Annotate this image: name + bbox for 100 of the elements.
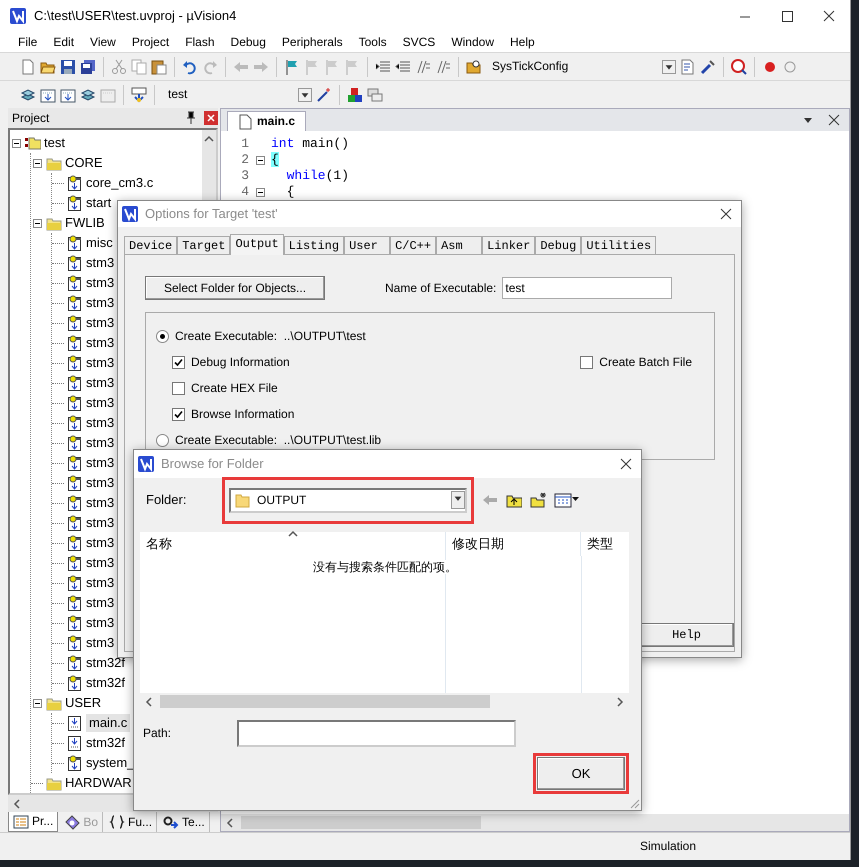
tools-icon[interactable] [700,58,716,74]
tree-item[interactable]: stm3 [86,435,114,451]
scroll-left-icon[interactable] [225,818,235,828]
checkbox[interactable] [580,356,594,369]
menu-item[interactable]: Tools [350,34,395,50]
tab[interactable]: Target [177,236,230,254]
tree-item[interactable]: stm32f [86,735,126,751]
collapse-icon[interactable] [32,158,42,168]
pin-icon[interactable] [184,111,198,125]
menu-item[interactable]: Project [124,34,178,50]
tree-item[interactable]: start [86,195,112,211]
tree-item[interactable]: stm32f [86,655,126,671]
tree-item[interactable]: stm3 [86,495,114,511]
resize-grip-icon[interactable] [628,797,640,809]
executable-name-field[interactable]: test [502,277,672,300]
tree-item[interactable]: stm3 [86,375,114,391]
tab[interactable]: Linker [482,236,536,254]
menu-item[interactable]: View [82,34,124,50]
ok-button[interactable]: OK [537,757,625,790]
path-field[interactable] [237,720,516,747]
comment-icon[interactable] [435,58,451,74]
menu-item[interactable]: Edit [45,34,82,50]
tree-item[interactable]: core_cm3.c [86,175,154,191]
column-header[interactable]: 修改日期 [445,532,580,556]
windows-icon[interactable] [367,86,383,102]
tree-item[interactable]: stm3 [86,555,114,571]
tree-item[interactable]: stm32f [86,675,126,691]
tab[interactable]: Utilities [581,236,656,254]
column-header[interactable]: 名称 [140,532,445,556]
folder-combo[interactable]: OUTPUT [229,488,467,512]
build-icon[interactable] [40,86,56,102]
comment-icon[interactable] [415,58,431,74]
menu-item[interactable]: SVCS [394,34,444,50]
checkbox[interactable] [172,356,185,369]
tree-item[interactable]: stm3 [86,355,114,371]
paste-icon[interactable] [151,58,167,74]
scroll-left-icon[interactable] [12,798,22,808]
tree-item[interactable]: system_ [86,755,134,771]
pane-tab[interactable]: Pr... [8,812,58,832]
tab[interactable]: C/C++ [390,236,436,254]
close-icon[interactable] [827,113,841,127]
tree-item[interactable]: test [44,135,65,151]
new-folder-icon[interactable] [530,492,546,508]
pane-tab[interactable]: Te... [159,812,210,832]
checkbox[interactable] [172,382,185,395]
save-icon[interactable] [60,58,76,74]
fold-icon[interactable] [256,188,264,196]
build-icon[interactable] [60,86,76,102]
new-file-icon[interactable] [20,58,36,74]
tab[interactable]: Debug [535,236,582,254]
radio-button[interactable] [156,434,169,447]
blocks-icon[interactable] [347,86,363,102]
radio-button[interactable] [156,330,169,343]
tree-item[interactable]: stm3 [86,275,114,291]
pane-tab[interactable]: Fu... [105,812,158,832]
undo-icon[interactable] [182,58,198,74]
editor-tab[interactable]: main.c [227,111,306,131]
maximize-icon[interactable] [780,9,794,23]
help-button[interactable]: Help [639,623,734,647]
tab[interactable]: Output [230,234,284,256]
wand-icon[interactable] [316,86,332,102]
stack-icon[interactable] [80,86,96,102]
tree-item[interactable]: stm3 [86,615,114,631]
tree-item[interactable]: stm3 [86,295,114,311]
indent-icon[interactable] [375,58,391,74]
scroll-left-icon[interactable] [144,696,154,706]
tree-item[interactable]: FWLIB [65,215,105,231]
tree-item[interactable]: stm3 [86,595,114,611]
collapse-icon[interactable] [12,138,20,148]
close-icon[interactable] [822,9,836,23]
column-header[interactable]: 类型 [580,532,628,556]
close-icon[interactable] [719,207,733,221]
collapse-icon[interactable] [32,698,42,708]
tab[interactable]: User [344,236,390,254]
select-folder-button[interactable]: Select Folder for Objects... [145,276,325,300]
scroll-right-icon[interactable] [615,696,625,706]
tree-item[interactable]: stm3 [86,415,114,431]
tree-item[interactable]: stm3 [86,315,114,331]
save-all-icon[interactable] [80,58,96,74]
tree-item[interactable]: stm3 [86,335,114,351]
fold-icon[interactable] [256,156,264,164]
tree-item[interactable]: main.c [86,714,130,732]
tree-item[interactable]: stm3 [86,535,114,551]
folder-search-icon[interactable] [466,58,482,74]
tree-item[interactable]: misc [86,235,113,251]
tab[interactable]: Listing [284,236,344,254]
menu-item[interactable]: File [10,34,46,50]
tree-item[interactable]: HARDWAR [65,775,132,791]
tree-item[interactable]: CORE [65,155,103,171]
tree-item[interactable]: stm3 [86,575,114,591]
menu-item[interactable]: Window [443,34,502,50]
debug-icon[interactable] [731,58,747,74]
menu-item[interactable]: Flash [177,34,223,50]
tree-item[interactable]: USER [65,695,102,711]
tree-item[interactable]: stm3 [86,515,114,531]
collapse-icon[interactable] [32,218,42,228]
view-menu-icon[interactable] [554,492,580,508]
menu-item[interactable]: Help [502,34,543,50]
tree-item[interactable]: stm3 [86,635,114,651]
tree-item[interactable]: stm3 [86,255,114,271]
